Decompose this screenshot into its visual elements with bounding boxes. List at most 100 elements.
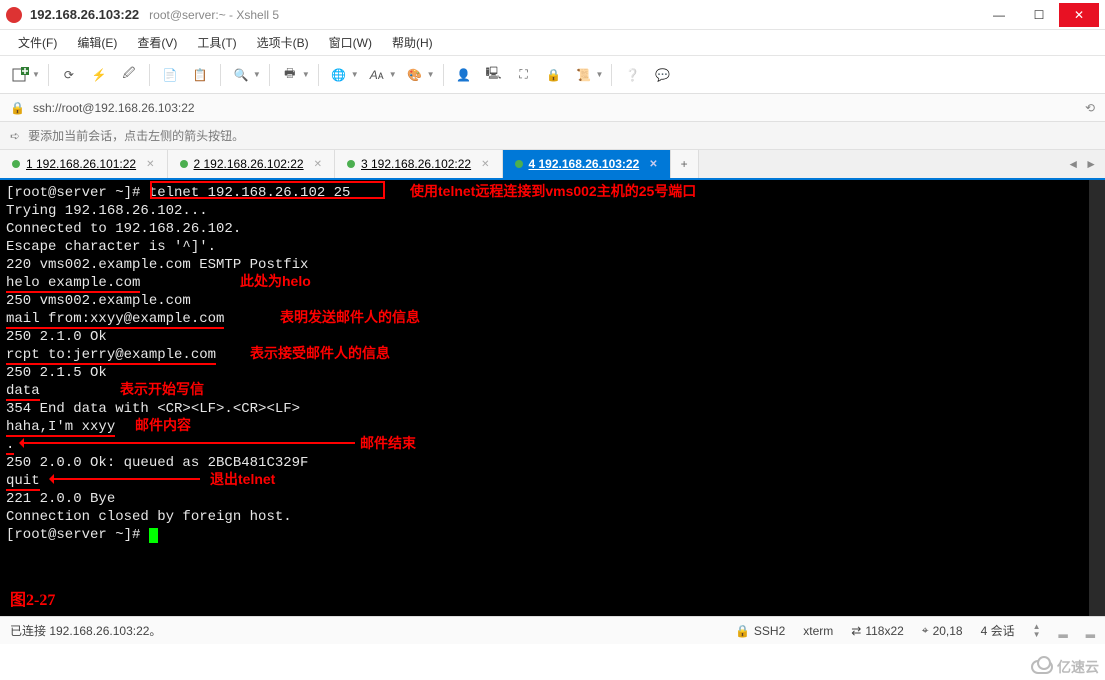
properties-icon[interactable]: 🖉 bbox=[115, 61, 143, 89]
lock-icon[interactable]: 🔒 bbox=[540, 61, 568, 89]
terminal[interactable]: [root@server ~]# telnet 192.168.26.102 2… bbox=[0, 180, 1105, 616]
help-icon[interactable]: ❔ bbox=[618, 61, 646, 89]
user-icon[interactable]: 👤 bbox=[450, 61, 478, 89]
disconnect-icon[interactable]: ⚡ bbox=[85, 61, 113, 89]
dropdown-icon[interactable]: ▼ bbox=[596, 70, 604, 79]
tab-close-icon[interactable]: ✕ bbox=[146, 159, 154, 170]
tab-2[interactable]: 2 192.168.26.102:22 ✕ bbox=[168, 150, 336, 178]
add-session-arrow-icon[interactable]: ➪ bbox=[10, 129, 20, 143]
arrow-icon bbox=[20, 442, 355, 444]
dropdown-icon[interactable]: ▼ bbox=[389, 70, 397, 79]
term-line: rcpt to:jerry@example.com bbox=[6, 347, 216, 365]
status-ssh: 🔒 SSH2 bbox=[735, 624, 785, 638]
script-icon[interactable]: 📜 bbox=[570, 61, 598, 89]
num-icon: ▂ bbox=[1086, 624, 1095, 638]
term-line: 220 vms002.example.com ESMTP Postfix bbox=[6, 256, 1099, 274]
status-dot-icon bbox=[180, 160, 188, 168]
lock-small-icon: 🔒 bbox=[10, 101, 25, 115]
status-pos-label: 20,18 bbox=[933, 624, 963, 638]
reload-icon[interactable]: ⟲ bbox=[1085, 101, 1095, 115]
dropdown-icon[interactable]: ▼ bbox=[302, 70, 310, 79]
status-connection: 已连接 192.168.26.103:22。 bbox=[10, 622, 161, 639]
session-tabs: 1 192.168.26.101:22 ✕ 2 192.168.26.102:22… bbox=[0, 150, 1105, 180]
maximize-button[interactable]: ☐ bbox=[1019, 3, 1059, 27]
address-bar: 🔒 ssh://root@192.168.26.103:22 ⟲ bbox=[0, 94, 1105, 122]
arrow-icon bbox=[50, 478, 200, 480]
title-host: 192.168.26.103:22 bbox=[30, 7, 139, 22]
watermark: 亿速云 bbox=[1031, 657, 1099, 677]
tab-label: 4 192.168.26.103:22 bbox=[529, 157, 640, 171]
term-line: mail from:xxyy@example.com bbox=[6, 311, 224, 329]
menu-file[interactable]: 文件(F) bbox=[10, 32, 65, 53]
close-button[interactable]: ✕ bbox=[1059, 3, 1099, 27]
status-dot-icon bbox=[12, 160, 20, 168]
tab-next-icon[interactable]: ► bbox=[1085, 157, 1097, 171]
minimize-button[interactable]: — bbox=[979, 3, 1019, 27]
term-line: Connection closed by foreign host. bbox=[6, 508, 1099, 526]
menu-view[interactable]: 查看(V) bbox=[129, 32, 185, 53]
tab-prev-icon[interactable]: ◄ bbox=[1067, 157, 1079, 171]
term-line: data bbox=[6, 383, 40, 401]
term-line: Escape character is '^]'. bbox=[6, 238, 1099, 256]
annotation: 邮件结束 bbox=[360, 434, 416, 452]
tab-add[interactable]: + bbox=[671, 150, 699, 178]
menu-tools[interactable]: 工具(T) bbox=[189, 32, 244, 53]
tab-close-icon[interactable]: ✕ bbox=[314, 159, 322, 170]
term-line: 221 2.0.0 Bye bbox=[6, 490, 1099, 508]
chat-icon[interactable]: 💬 bbox=[648, 61, 676, 89]
menu-tab[interactable]: 选项卡(B) bbox=[249, 32, 317, 53]
annotation: 使用telnet远程连接到vms002主机的25号端口 bbox=[410, 182, 696, 200]
cap-icon: ▂ bbox=[1059, 624, 1068, 638]
status-sessions: 4 会话 bbox=[981, 622, 1015, 639]
term-line: [root@server ~]# bbox=[6, 527, 149, 543]
key-icon[interactable]: 🖳 bbox=[480, 61, 508, 89]
dropdown-icon[interactable]: ▼ bbox=[351, 70, 359, 79]
menu-window[interactable]: 窗口(W) bbox=[321, 32, 380, 53]
watermark-text: 亿速云 bbox=[1057, 657, 1099, 677]
title-sub: root@server:~ - Xshell 5 bbox=[149, 8, 279, 22]
paste-icon[interactable]: 📋 bbox=[186, 61, 214, 89]
new-session-icon[interactable] bbox=[6, 61, 34, 89]
address-text[interactable]: ssh://root@192.168.26.103:22 bbox=[33, 101, 195, 115]
status-size-label: 118x22 bbox=[865, 624, 903, 638]
term-line: 250 2.0.0 Ok: queued as 2BCB481C329F bbox=[6, 454, 1099, 472]
tab-label: 1 192.168.26.101:22 bbox=[26, 157, 136, 171]
fullscreen-icon[interactable]: ⛶ bbox=[510, 61, 538, 89]
font-icon[interactable]: Aᴀ bbox=[363, 61, 391, 89]
annotation: 表示接受邮件人的信息 bbox=[250, 344, 390, 362]
term-line: 250 vms002.example.com bbox=[6, 292, 1099, 310]
toolbar: ▼ ⟳ ⚡ 🖉 📄 📋 🔍▼ 🖶▼ 🌐▼ Aᴀ▼ 🎨▼ 👤 🖳 ⛶ 🔒 📜▼ ❔… bbox=[0, 56, 1105, 94]
copy-icon[interactable]: 📄 bbox=[156, 61, 184, 89]
dropdown-icon[interactable]: ▼ bbox=[427, 70, 435, 79]
color-icon[interactable]: 🎨 bbox=[401, 61, 429, 89]
menu-edit[interactable]: 编辑(E) bbox=[69, 32, 125, 53]
term-line: Trying 192.168.26.102... bbox=[6, 202, 1099, 220]
annotation: 此处为helo bbox=[240, 272, 311, 290]
tab-1[interactable]: 1 192.168.26.101:22 ✕ bbox=[0, 150, 168, 178]
annotation: 退出telnet bbox=[210, 470, 275, 488]
globe-icon[interactable]: 🌐 bbox=[325, 61, 353, 89]
figure-label: 图2-27 bbox=[10, 592, 55, 610]
app-icon bbox=[6, 7, 22, 23]
status-ssh-label: SSH2 bbox=[754, 624, 785, 638]
dropdown-icon[interactable]: ▼ bbox=[32, 70, 40, 79]
menubar: 文件(F) 编辑(E) 查看(V) 工具(T) 选项卡(B) 窗口(W) 帮助(… bbox=[0, 30, 1105, 56]
status-bar: 已连接 192.168.26.103:22。 🔒 SSH2 xterm ⇄ 11… bbox=[0, 616, 1105, 644]
reconnect-icon[interactable]: ⟳ bbox=[55, 61, 83, 89]
hint-text: 要添加当前会话，点击左侧的箭头按钮。 bbox=[28, 127, 244, 144]
term-line: haha,I'm xxyy bbox=[6, 419, 115, 437]
hint-bar: ➪ 要添加当前会话，点击左侧的箭头按钮。 bbox=[0, 122, 1105, 150]
term-line: quit bbox=[6, 473, 40, 491]
tab-3[interactable]: 3 192.168.26.102:22✕ bbox=[335, 150, 503, 178]
tab-label: 2 192.168.26.102:22 bbox=[194, 157, 304, 171]
print-icon[interactable]: 🖶 bbox=[276, 61, 304, 89]
tab-4[interactable]: 4 192.168.26.103:22 ✕ bbox=[503, 150, 671, 178]
dropdown-icon[interactable]: ▼ bbox=[253, 70, 261, 79]
menu-help[interactable]: 帮助(H) bbox=[384, 32, 441, 53]
tab-close-icon[interactable]: ✕ bbox=[649, 159, 657, 170]
term-line: Connected to 192.168.26.102. bbox=[6, 220, 1099, 238]
session-updown-icon[interactable]: ▲▼ bbox=[1033, 623, 1041, 639]
find-icon[interactable]: 🔍 bbox=[227, 61, 255, 89]
cloud-icon bbox=[1031, 660, 1053, 674]
tab-close-icon[interactable]: ✕ bbox=[481, 159, 489, 170]
